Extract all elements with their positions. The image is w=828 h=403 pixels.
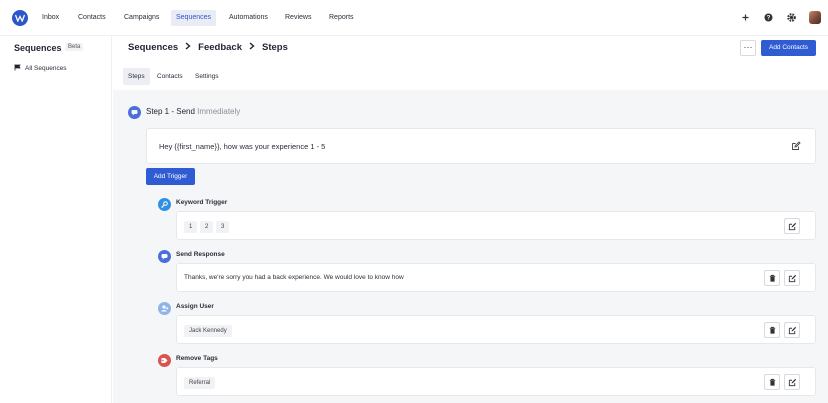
nav-contacts[interactable]: Contacts — [73, 10, 111, 26]
step-message-card: Hey {{first_name}}, how was your experie… — [146, 128, 816, 164]
delete-button[interactable] — [764, 374, 780, 390]
response-text: Thanks, we're sorry you had a back exper… — [184, 274, 404, 281]
remove-tags-card: Referral — [176, 367, 816, 396]
chat-icon — [128, 106, 141, 119]
tab-settings[interactable]: Settings — [190, 68, 224, 85]
content-area: Sequences Feedback Steps ··· Add Contact… — [113, 36, 828, 403]
chevron-right-icon — [249, 42, 255, 53]
nav-sequences[interactable]: Sequences — [171, 10, 217, 26]
breadcrumb-feedback[interactable]: Feedback — [198, 42, 242, 53]
chevron-right-icon — [185, 42, 191, 53]
nav-reviews[interactable]: Reviews — [280, 10, 316, 26]
sidebar-item-label: All Sequences — [25, 65, 67, 72]
trigger-label: Assign User — [176, 303, 214, 310]
nav-campaigns[interactable]: Campaigns — [119, 10, 164, 26]
edit-button[interactable] — [784, 270, 800, 286]
tag-icon — [158, 354, 171, 367]
keyword-chip: 3 — [216, 221, 230, 233]
step-timing: Immediately — [197, 107, 241, 116]
gear-icon[interactable] — [786, 12, 797, 23]
sidebar: Sequences Beta All Sequences — [0, 36, 112, 403]
edit-icon — [788, 378, 797, 387]
edit-button[interactable] — [784, 218, 800, 234]
breadcrumb-sequences[interactable]: Sequences — [128, 42, 178, 53]
steps-panel: Step 1 - Send Immediately Hey {{first_na… — [113, 90, 828, 403]
nav-automations[interactable]: Automations — [224, 10, 273, 26]
help-icon[interactable]: ? — [763, 12, 774, 23]
nav-reports[interactable]: Reports — [324, 10, 359, 26]
top-nav: Inbox Contacts Campaigns Sequences Autom… — [0, 0, 828, 36]
assign-user-card: Jack Kennedy — [176, 315, 816, 344]
key-icon — [158, 198, 171, 211]
page-header: Sequences Feedback Steps ··· Add Contact… — [113, 36, 828, 90]
beta-badge: Beta — [65, 43, 84, 51]
edit-button[interactable] — [784, 322, 800, 338]
tab-contacts[interactable]: Contacts — [152, 68, 188, 85]
flag-icon — [14, 64, 21, 71]
sidebar-title: Sequences — [14, 43, 62, 53]
add-contacts-button[interactable]: Add Contacts — [761, 40, 816, 56]
trash-icon — [769, 274, 776, 282]
plus-icon[interactable] — [740, 12, 751, 23]
keyword-trigger-card: 1 2 3 — [176, 211, 816, 240]
trash-icon — [769, 326, 776, 334]
edit-icon — [788, 274, 797, 283]
tag-chip: Referral — [184, 377, 216, 389]
keyword-chip: 1 — [184, 221, 198, 233]
chat-icon — [158, 250, 171, 263]
tab-steps[interactable]: Steps — [123, 68, 150, 85]
edit-icon — [788, 326, 797, 335]
edit-icon — [788, 222, 797, 231]
trigger-label: Remove Tags — [176, 355, 218, 362]
assigned-user-chip: Jack Kennedy — [184, 325, 232, 337]
step-name: Step 1 - Send — [146, 107, 195, 116]
edit-icon[interactable] — [791, 141, 801, 153]
breadcrumb: Sequences Feedback Steps — [128, 42, 288, 53]
svg-text:?: ? — [767, 16, 771, 22]
user-icon — [158, 302, 171, 315]
send-response-card: Thanks, we're sorry you had a back exper… — [176, 263, 816, 292]
step-message: Hey {{first_name}}, how was your experie… — [159, 142, 326, 151]
sidebar-item-all-sequences[interactable]: All Sequences — [14, 64, 67, 74]
user-avatar[interactable] — [809, 11, 821, 24]
nav-inbox[interactable]: Inbox — [37, 10, 64, 26]
add-trigger-button[interactable]: Add Trigger — [146, 168, 195, 185]
trigger-label: Keyword Trigger — [176, 199, 228, 206]
keyword-chip: 2 — [200, 221, 214, 233]
delete-button[interactable] — [764, 270, 780, 286]
breadcrumb-steps: Steps — [262, 42, 288, 53]
edit-button[interactable] — [784, 374, 800, 390]
step-title: Step 1 - Send Immediately — [146, 107, 240, 116]
trigger-label: Send Response — [176, 251, 225, 258]
trash-icon — [769, 378, 776, 386]
app-logo[interactable] — [12, 10, 28, 26]
delete-button[interactable] — [764, 322, 780, 338]
more-options-button[interactable]: ··· — [740, 40, 756, 56]
